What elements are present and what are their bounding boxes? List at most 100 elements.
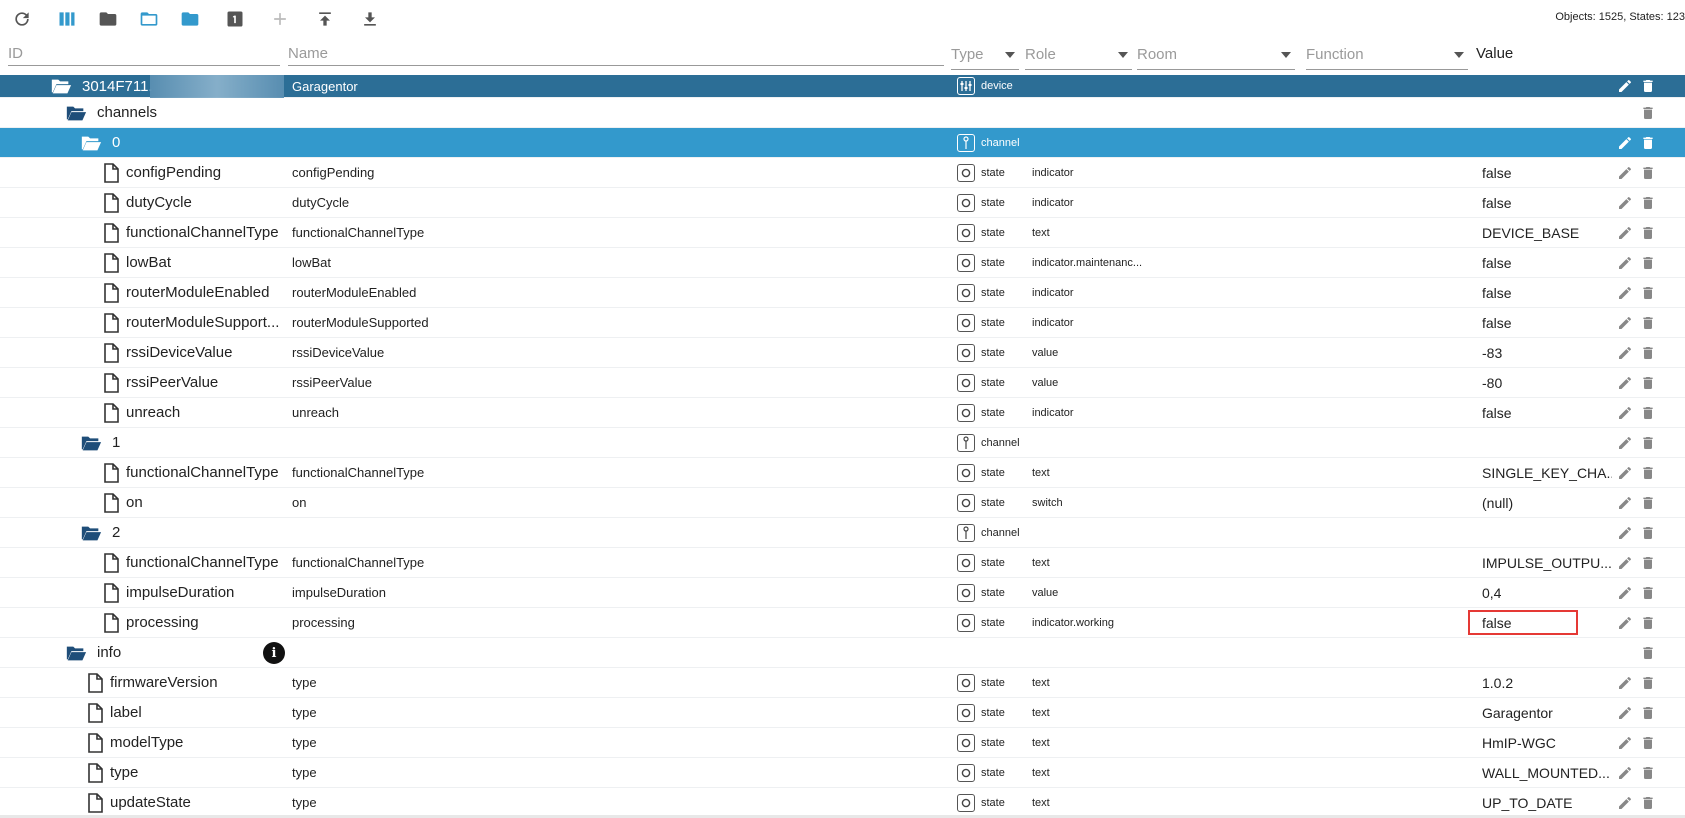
folder-open-icon[interactable]	[80, 428, 102, 457]
edit-icon[interactable]	[1615, 128, 1635, 157]
folder-button[interactable]	[95, 6, 121, 32]
object-value[interactable]: 1.0.2	[1482, 668, 1612, 697]
trash-icon[interactable]	[1638, 428, 1658, 457]
state-row[interactable]: rssiPeerValue rssiPeerValue state value -80	[0, 368, 1685, 398]
edit-icon[interactable]	[1615, 368, 1635, 397]
edit-icon[interactable]	[1615, 578, 1635, 607]
folder-open-icon[interactable]	[80, 128, 102, 157]
folder-row[interactable]: 1 channel	[0, 428, 1685, 458]
trash-icon[interactable]	[1638, 608, 1658, 637]
trash-icon[interactable]	[1638, 188, 1658, 217]
state-row[interactable]: on on state switch (null)	[0, 488, 1685, 518]
edit-icon[interactable]	[1615, 398, 1635, 427]
trash-icon[interactable]	[1638, 98, 1658, 127]
state-row[interactable]: functionalChannelType functionalChannelTy…	[0, 218, 1685, 248]
edit-icon[interactable]	[1615, 188, 1635, 217]
folder-open-button[interactable]	[136, 6, 162, 32]
object-value[interactable]: (null)	[1482, 488, 1612, 517]
trash-icon[interactable]	[1638, 278, 1658, 307]
edit-icon[interactable]	[1615, 608, 1635, 637]
trash-icon[interactable]	[1638, 158, 1658, 187]
trash-icon[interactable]	[1638, 398, 1658, 427]
state-row[interactable]: unreach unreach state indicator false	[0, 398, 1685, 428]
edit-icon[interactable]	[1615, 428, 1635, 457]
add-button[interactable]	[267, 6, 293, 32]
state-row[interactable]: functionalChannelType functionalChannelTy…	[0, 458, 1685, 488]
trash-icon[interactable]	[1638, 698, 1658, 727]
state-row[interactable]: configPending configPending state indicator…	[0, 158, 1685, 188]
edit-icon[interactable]	[1615, 75, 1635, 97]
folder-row[interactable]: 0 channel	[0, 128, 1685, 158]
trash-icon[interactable]	[1638, 638, 1658, 667]
object-value[interactable]: HmIP-WGC	[1482, 728, 1612, 757]
trash-icon[interactable]	[1638, 75, 1658, 97]
object-value[interactable]: false	[1482, 398, 1612, 427]
upload-button[interactable]	[312, 6, 338, 32]
object-value[interactable]: IMPULSE_OUTPU...	[1482, 548, 1612, 577]
name-filter-input[interactable]	[288, 42, 944, 66]
edit-icon[interactable]	[1615, 788, 1635, 817]
object-value[interactable]: Garagentor	[1482, 698, 1612, 727]
edit-icon[interactable]	[1615, 278, 1635, 307]
edit-icon[interactable]	[1615, 218, 1635, 247]
state-row[interactable]: impulseDuration impulseDuration state value…	[0, 578, 1685, 608]
object-value[interactable]: false	[1482, 278, 1612, 307]
folder-open-icon[interactable]	[80, 518, 102, 547]
folder-blue-button[interactable]	[177, 6, 203, 32]
type-filter-select[interactable]: Type	[951, 42, 1019, 70]
columns-button[interactable]	[54, 6, 80, 32]
state-row[interactable]: routerModuleEnabled routerModuleEnabled st…	[0, 278, 1685, 308]
trash-icon[interactable]	[1638, 668, 1658, 697]
trash-icon[interactable]	[1638, 518, 1658, 547]
object-value[interactable]: WALL_MOUNTED...	[1482, 758, 1612, 787]
name-filter[interactable]	[288, 42, 944, 70]
edit-icon[interactable]	[1615, 158, 1635, 187]
folder-open-icon[interactable]	[65, 638, 87, 667]
trash-icon[interactable]	[1638, 338, 1658, 367]
device-row[interactable]: 3014F711. Garagentor device	[0, 75, 1685, 98]
state-row[interactable]: functionalChannelType functionalChannelTy…	[0, 548, 1685, 578]
edit-icon[interactable]	[1615, 548, 1635, 577]
refresh-button[interactable]	[9, 6, 35, 32]
edit-icon[interactable]	[1615, 308, 1635, 337]
edit-icon[interactable]	[1615, 758, 1635, 787]
trash-icon[interactable]	[1638, 368, 1658, 397]
object-value[interactable]: -80	[1482, 368, 1612, 397]
edit-icon[interactable]	[1615, 248, 1635, 277]
edit-icon[interactable]	[1615, 668, 1635, 697]
trash-icon[interactable]	[1638, 578, 1658, 607]
depth-button[interactable]	[222, 6, 248, 32]
trash-icon[interactable]	[1638, 458, 1658, 487]
object-value[interactable]: UP_TO_DATE	[1482, 788, 1612, 817]
folder-row[interactable]: 2 channel	[0, 518, 1685, 548]
id-filter[interactable]	[8, 42, 280, 70]
info-icon[interactable]: i	[263, 642, 285, 664]
object-value[interactable]: false	[1482, 308, 1612, 337]
state-row[interactable]: modelType type state text HmIP-WGC	[0, 728, 1685, 758]
object-value[interactable]: false	[1482, 188, 1612, 217]
edit-icon[interactable]	[1615, 518, 1635, 547]
trash-icon[interactable]	[1638, 758, 1658, 787]
role-filter-select[interactable]: Role	[1025, 42, 1132, 70]
object-value[interactable]: DEVICE_BASE	[1482, 218, 1612, 247]
state-row[interactable]: routerModuleSupport... routerModuleSuppor…	[0, 308, 1685, 338]
object-value[interactable]: -83	[1482, 338, 1612, 367]
room-filter-select[interactable]: Room	[1137, 42, 1295, 70]
state-row[interactable]: processing processing state indicator.worki…	[0, 608, 1685, 638]
folder-open-icon[interactable]	[50, 75, 72, 97]
folder-open-icon[interactable]	[65, 98, 87, 127]
trash-icon[interactable]	[1638, 248, 1658, 277]
state-row[interactable]: dutyCycle dutyCycle state indicator false	[0, 188, 1685, 218]
state-row[interactable]: updateState type state text UP_TO_DATE	[0, 788, 1685, 818]
trash-icon[interactable]	[1638, 548, 1658, 577]
trash-icon[interactable]	[1638, 128, 1658, 157]
function-filter-select[interactable]: Function	[1306, 42, 1468, 70]
state-row[interactable]: lowBat lowBat state indicator.maintenanc...…	[0, 248, 1685, 278]
folder-row[interactable]: channels	[0, 98, 1685, 128]
edit-icon[interactable]	[1615, 488, 1635, 517]
state-row[interactable]: label type state text Garagentor	[0, 698, 1685, 728]
object-value[interactable]: SINGLE_KEY_CHA...	[1482, 458, 1612, 487]
state-row[interactable]: firmwareVersion type state text 1.0.2	[0, 668, 1685, 698]
download-button[interactable]	[357, 6, 383, 32]
trash-icon[interactable]	[1638, 788, 1658, 817]
